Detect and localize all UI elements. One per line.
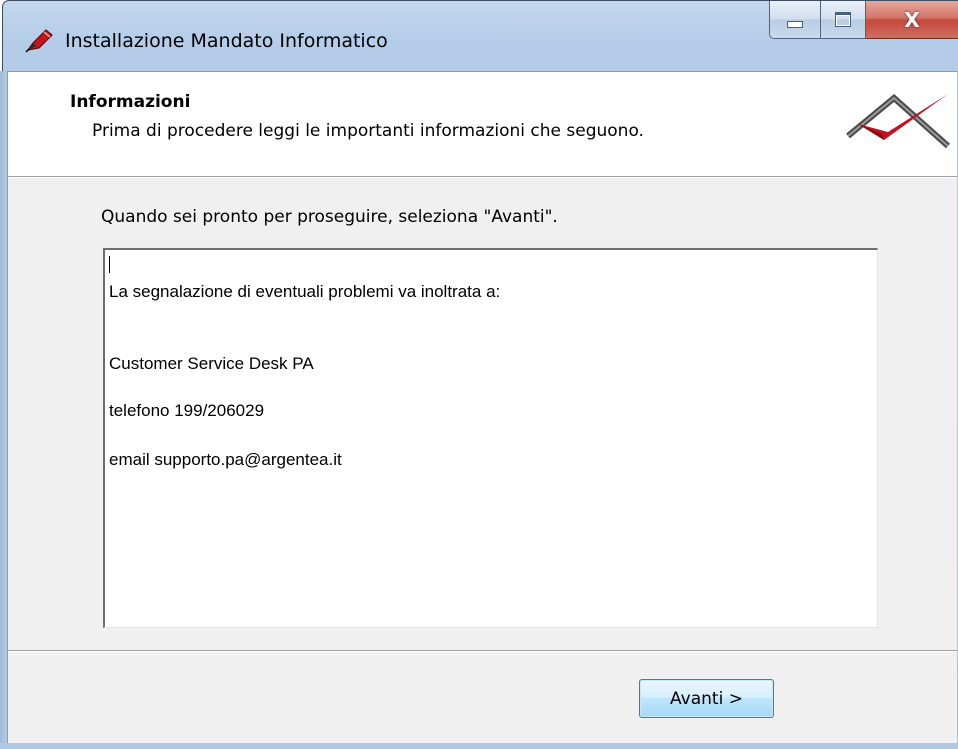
window-bottom-frame bbox=[0, 743, 958, 749]
info-line: email supporto.pa@argentea.it bbox=[109, 450, 342, 469]
header-panel: Informazioni Prima di procedere leggi le… bbox=[8, 72, 957, 177]
close-icon: X bbox=[904, 7, 920, 32]
minimize-icon bbox=[787, 21, 803, 28]
close-button[interactable]: X bbox=[866, 1, 958, 39]
text-caret bbox=[109, 256, 110, 273]
info-line: La segnalazione di eventuali problemi va… bbox=[109, 282, 501, 301]
window-left-frame bbox=[0, 71, 7, 749]
maximize-button[interactable] bbox=[821, 1, 866, 39]
window-title: Installazione Mandato Informatico bbox=[65, 30, 388, 52]
header-divider bbox=[8, 177, 957, 178]
information-memo[interactable]: La segnalazione di eventuali problemi va… bbox=[103, 248, 878, 628]
continue-instruction: Quando sei pronto per proseguire, selezi… bbox=[101, 207, 558, 227]
info-line: Customer Service Desk PA bbox=[109, 354, 314, 373]
footer-divider-highlight bbox=[8, 651, 957, 652]
checkmark-logo-icon bbox=[846, 94, 950, 149]
pen-icon bbox=[25, 29, 53, 53]
page-title: Informazioni bbox=[70, 92, 191, 112]
caption-buttons: X bbox=[769, 1, 958, 41]
info-line: telefono 199/206029 bbox=[109, 401, 265, 420]
maximize-icon bbox=[835, 12, 851, 27]
next-button[interactable]: Avanti > bbox=[639, 679, 774, 718]
page-subtitle: Prima di procedere leggi le importanti i… bbox=[92, 121, 644, 141]
client-area: Informazioni Prima di procedere leggi le… bbox=[7, 71, 957, 744]
minimize-button[interactable] bbox=[769, 1, 821, 39]
